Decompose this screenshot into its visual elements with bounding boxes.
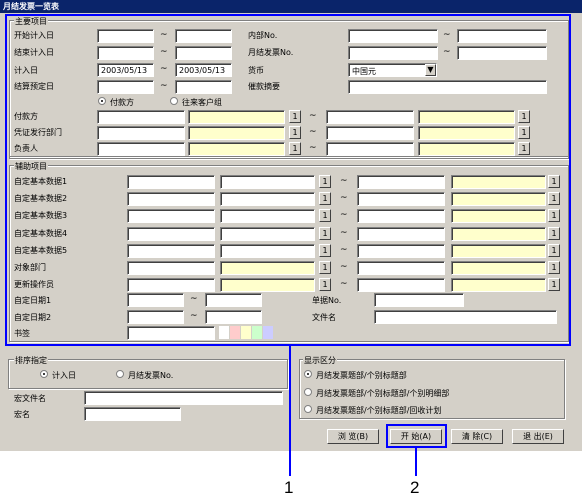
- window-title: 月结发票一览表: [3, 2, 59, 11]
- browse-button[interactable]: 浏 览(B): [327, 429, 379, 444]
- sort-invoice-no-label: 月结发票No.: [128, 371, 174, 380]
- callout-1-line: [289, 345, 291, 476]
- macro-name-input[interactable]: [84, 407, 181, 421]
- display-option-1-label: 月结发票题部/个别标题部: [316, 371, 407, 380]
- criteria-highlight-frame: [5, 14, 571, 346]
- display-option-2-radio[interactable]: [304, 388, 312, 396]
- callout-2-number: 2: [410, 478, 420, 497]
- sort-invoice-no-radio[interactable]: [116, 370, 124, 378]
- macro-file-input[interactable]: [84, 391, 283, 405]
- exit-button[interactable]: 退 出(E): [512, 429, 564, 444]
- display-option-1-radio[interactable]: [304, 370, 312, 378]
- sort-entry-date-label: 计入日: [52, 371, 76, 380]
- start-button-highlight: [386, 424, 447, 448]
- macro-file-label: 宏文件名: [14, 394, 46, 403]
- display-option-3-radio[interactable]: [304, 405, 312, 413]
- display-group-title: 显示区分: [303, 355, 337, 366]
- sort-group-title: 排序指定: [14, 355, 48, 366]
- callout-1-number: 1: [284, 478, 294, 497]
- title-bar: [0, 0, 582, 13]
- display-option-3-label: 月结发票题部/个别标题部/回收计划: [316, 406, 442, 415]
- display-option-2-label: 月结发票题部/个别标题部/个别明细部: [316, 389, 450, 398]
- callout-2-line: [415, 447, 417, 476]
- clear-button[interactable]: 清 除(C): [451, 429, 503, 444]
- sort-entry-date-radio[interactable]: [40, 370, 48, 378]
- macro-name-label: 宏名: [14, 410, 30, 419]
